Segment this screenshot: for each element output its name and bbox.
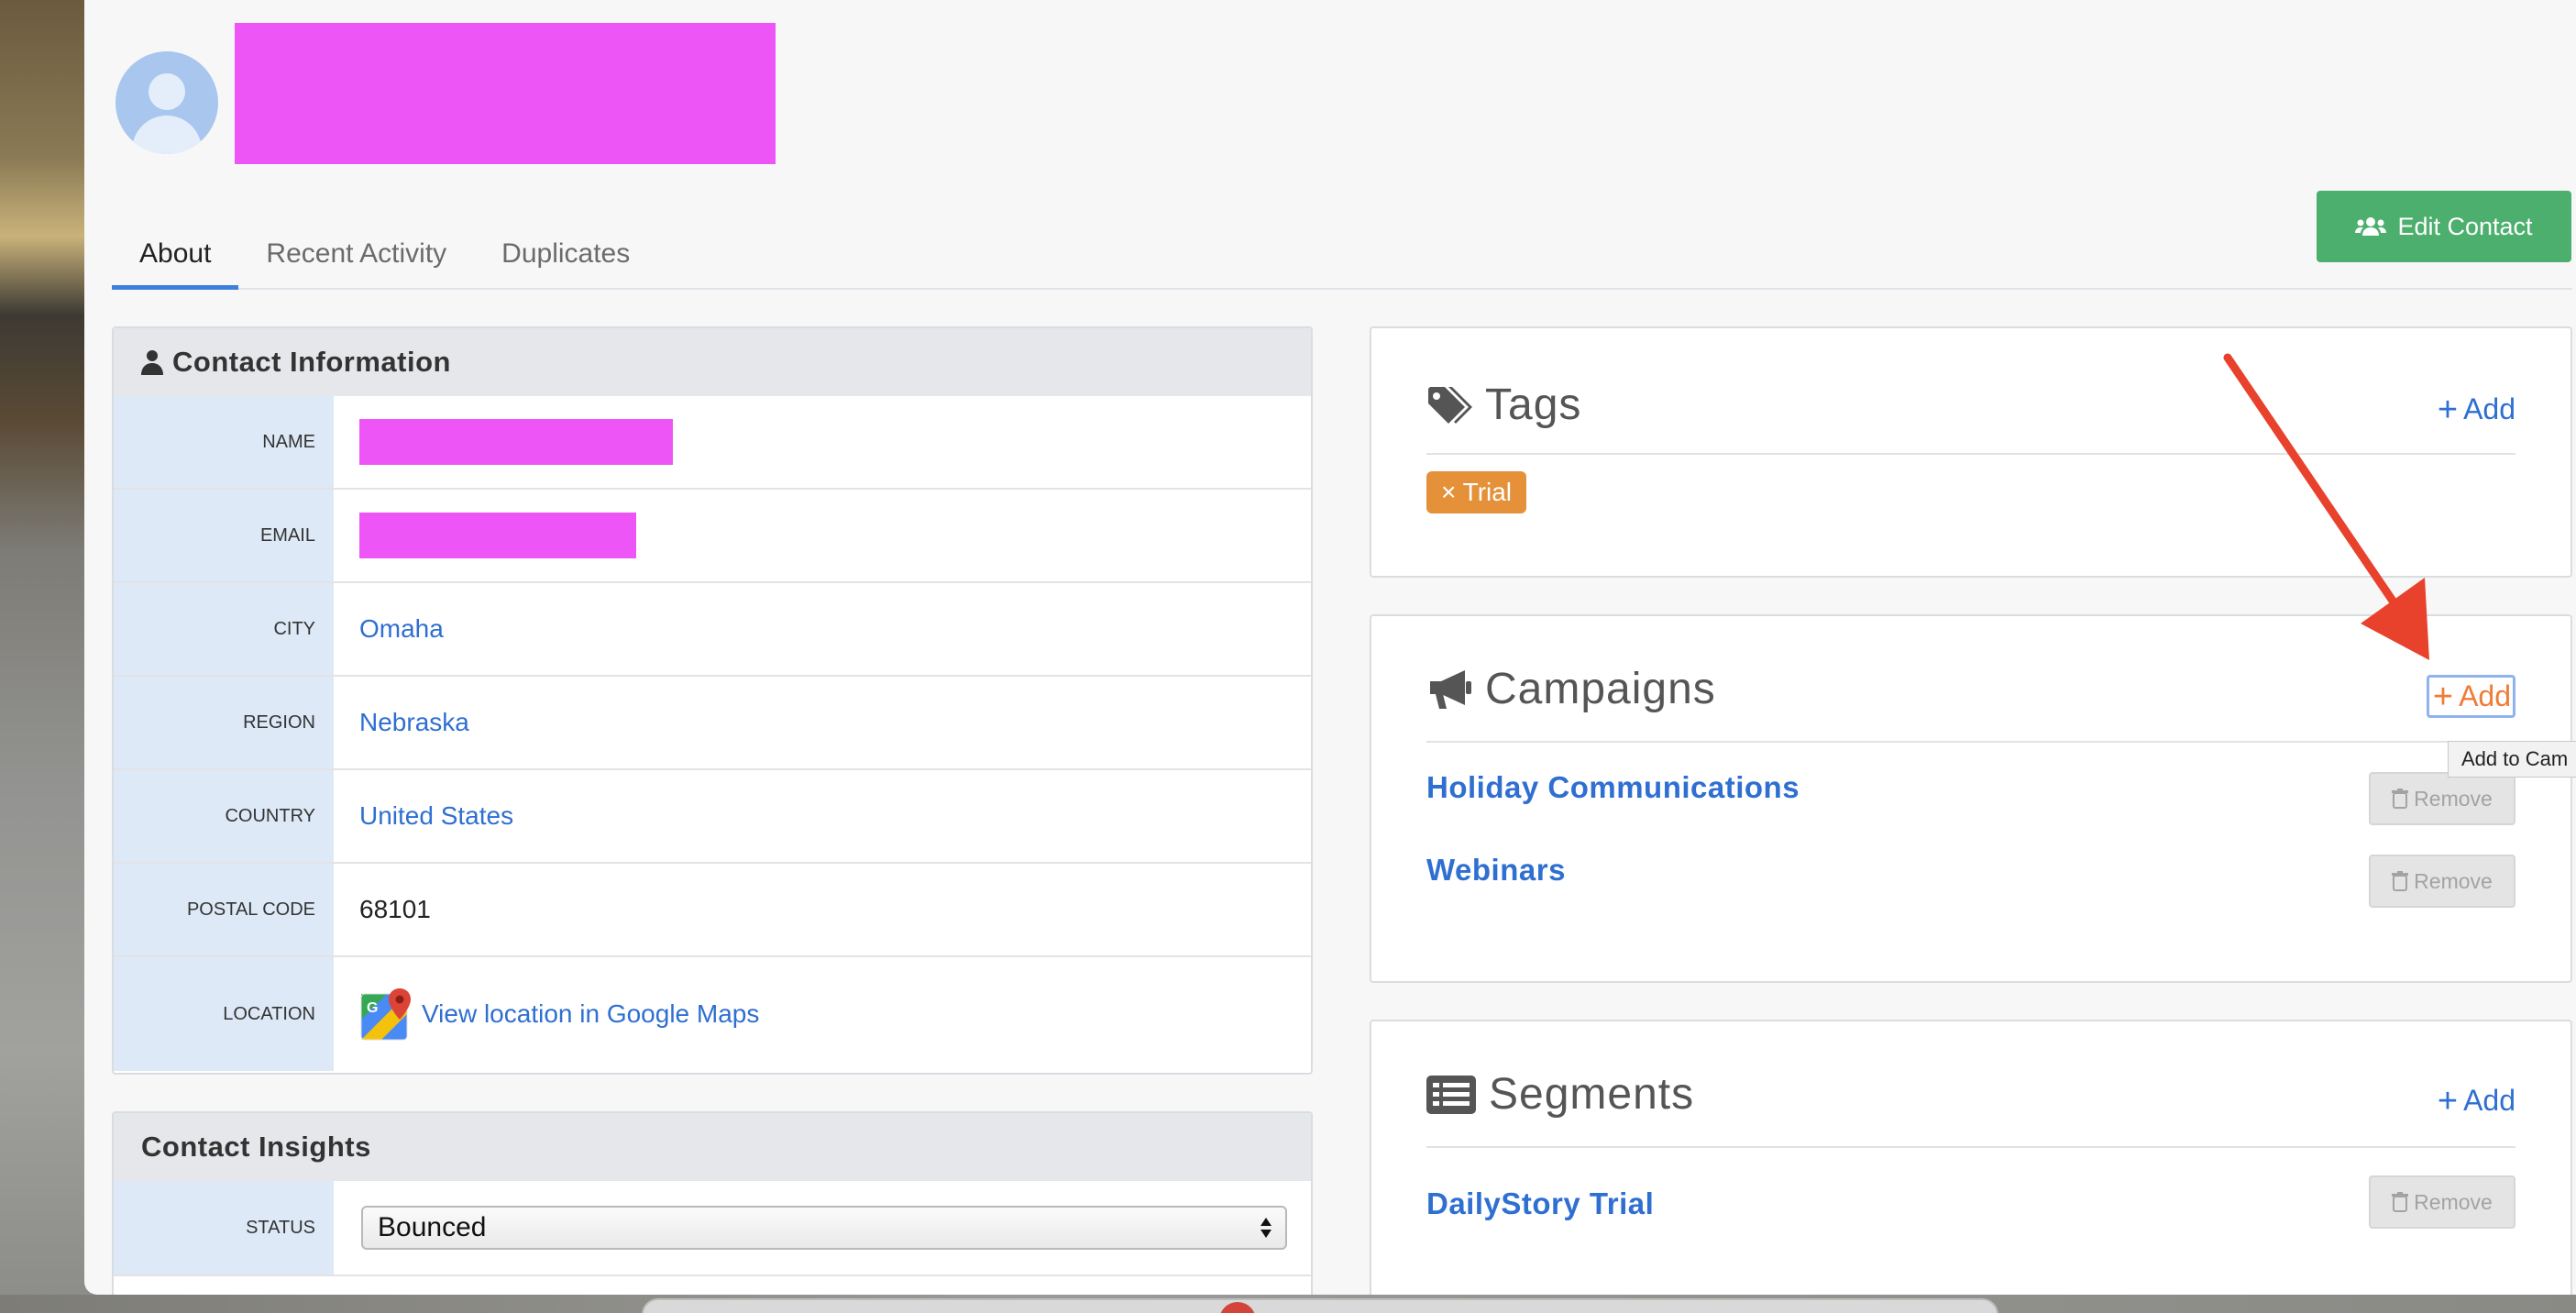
remove-campaign-button[interactable]: Remove [2369, 772, 2515, 825]
contact-information-title: Contact Information [172, 346, 451, 378]
select-arrows-icon [1260, 1218, 1271, 1238]
tab-duplicates[interactable]: Duplicates [474, 220, 657, 290]
tags-title: Tags [1426, 380, 1581, 430]
campaign-holiday-communications-link[interactable]: Holiday Communications [1426, 770, 1800, 805]
trash-icon [2392, 1192, 2409, 1212]
divider [1426, 1146, 2515, 1148]
redacted-contact-name [235, 23, 776, 164]
desktop-wallpaper [0, 0, 92, 1313]
info-label: LOCATION [114, 957, 334, 1071]
remove-campaign-button[interactable]: Remove [2369, 855, 2515, 908]
info-row-city: CITY Omaha [114, 583, 1311, 677]
country-link[interactable]: United States [359, 801, 513, 831]
tag-trial[interactable]: × Trial [1426, 471, 1527, 513]
add-campaign-link[interactable]: + Add [2426, 675, 2515, 718]
region-link[interactable]: Nebraska [359, 708, 469, 737]
annotation-arrow [2223, 353, 2429, 660]
tab-recent-activity[interactable]: Recent Activity [238, 220, 474, 290]
campaign-webinars-link[interactable]: Webinars [1426, 853, 1566, 888]
info-label: STATUS [114, 1181, 334, 1274]
tags-icon [1428, 386, 1472, 424]
add-to-campaign-tooltip: Add to Cam [2448, 741, 2576, 778]
trash-icon [2392, 789, 2409, 809]
trash-icon [2392, 871, 2409, 891]
contact-insights-title: Contact Insights [141, 1131, 371, 1163]
campaigns-title: Campaigns [1426, 664, 1716, 714]
tab-bar: About Recent Activity Duplicates [112, 220, 2572, 290]
city-link[interactable]: Omaha [359, 614, 444, 644]
status-select-value: Bounced [378, 1212, 487, 1242]
contact-insights-panel: Contact Insights STATUS Bounced [112, 1111, 1313, 1295]
view-location-link[interactable]: View location in Google Maps [422, 999, 759, 1029]
info-row-country: COUNTRY United States [114, 770, 1311, 864]
user-icon [141, 350, 163, 375]
plus-icon: + [2437, 1081, 2459, 1120]
svg-text:G: G [367, 1000, 378, 1016]
segments-card: Segments + Add DailyStory Trial Remove [1370, 1020, 2572, 1295]
google-maps-icon: G [360, 988, 411, 1041]
plus-icon: + [2432, 677, 2454, 716]
segments-title: Segments [1426, 1069, 1694, 1120]
avatar [116, 51, 218, 154]
info-row-email: EMAIL [114, 490, 1311, 583]
info-label: EMAIL [114, 490, 334, 581]
segment-dailystory-trial-link[interactable]: DailyStory Trial [1426, 1186, 1654, 1221]
info-label: NAME [114, 396, 334, 488]
info-label: POSTAL CODE [114, 864, 334, 955]
info-label: CITY [114, 583, 334, 675]
redacted-email-value [359, 513, 636, 558]
info-row-postal-code: POSTAL CODE 68101 [114, 864, 1311, 957]
tab-about[interactable]: About [112, 220, 239, 290]
info-label: COUNTRY [114, 770, 334, 862]
add-segment-link[interactable]: + Add [2437, 1081, 2515, 1120]
contact-information-header: Contact Information [114, 328, 1311, 396]
list-icon [1426, 1075, 1476, 1114]
status-select[interactable]: Bounced [361, 1206, 1287, 1250]
contact-information-panel: Contact Information NAME EMAIL CITY Omah… [112, 326, 1313, 1075]
dock [642, 1298, 1998, 1313]
divider [1426, 741, 2515, 743]
info-row-location: LOCATION G View location in Google Maps [114, 957, 1311, 1071]
info-row-name: NAME [114, 396, 1311, 490]
postal-code-value: 68101 [359, 895, 431, 923]
remove-segment-button[interactable]: Remove [2369, 1175, 2515, 1229]
megaphone-icon [1430, 669, 1471, 709]
contact-insights-header: Contact Insights [114, 1113, 1311, 1181]
info-row-status: STATUS Bounced [114, 1181, 1311, 1276]
redacted-name-value [359, 419, 673, 465]
info-label: REGION [114, 677, 334, 768]
info-row-region: REGION Nebraska [114, 677, 1311, 770]
